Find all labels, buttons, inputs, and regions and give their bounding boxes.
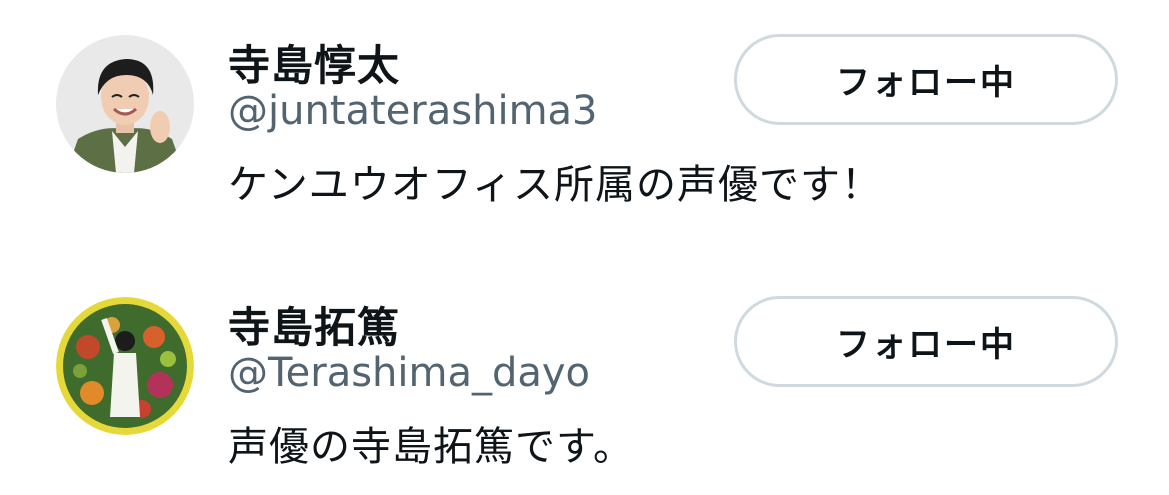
user-bio: ケンユウオフィス所属の声優です！ <box>228 162 882 208</box>
user-handle: @juntaterashima3 <box>228 88 598 134</box>
avatar[interactable] <box>56 35 194 173</box>
display-name[interactable]: 寺島拓篤 <box>228 294 400 355</box>
avatar-image <box>56 297 194 435</box>
following-button[interactable]: フォロー中 <box>734 34 1118 125</box>
avatar-image <box>56 35 194 173</box>
following-button[interactable]: フォロー中 <box>734 296 1118 387</box>
user-handle: @Terashima_dayo <box>228 350 591 396</box>
user-cell[interactable]: 寺島惇太 @juntaterashima3 ケンユウオフィス所属の声優です！ フ… <box>0 0 1169 230</box>
display-name[interactable]: 寺島惇太 <box>228 32 400 93</box>
avatar[interactable] <box>56 297 194 435</box>
user-cell[interactable]: 寺島拓篤 @Terashima_dayo 声優の寺島拓篤です。 フォロー中 <box>0 262 1169 492</box>
user-bio: 声優の寺島拓篤です。 <box>228 424 634 470</box>
